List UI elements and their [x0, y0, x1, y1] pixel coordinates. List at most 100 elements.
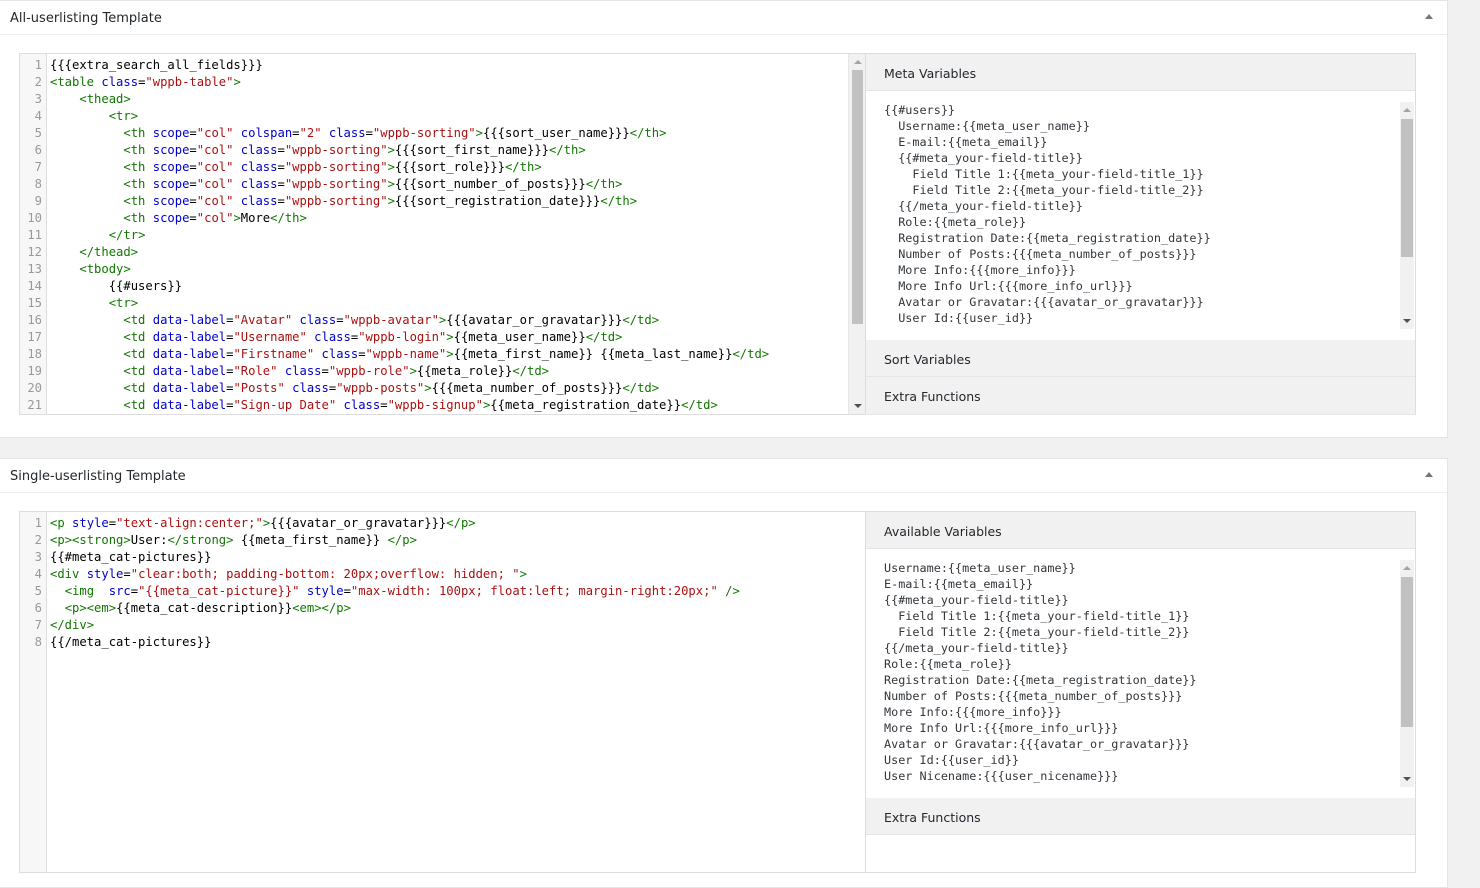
code-line[interactable]: <td data-label="Posts" class="wppb-posts… [50, 380, 847, 397]
code-line[interactable]: <td data-label="Avatar" class="wppb-avat… [50, 312, 847, 329]
code-line[interactable]: <tbody> [50, 261, 847, 278]
variable-item: User Nicename:{{{user_nicename}}} [884, 769, 1119, 783]
code-editor[interactable]: 1 2 3 4 5 6 7 8 9 10 11 12 13 14 15 16 17 18 19 20 21 {{{ext… [19, 53, 866, 415]
code-line[interactable]: <th scope="col" class="wppb-sorting">{{{… [50, 193, 847, 210]
meta-variables-list: {{#users}} Username:{{meta_user_name}} E… [884, 102, 1407, 329]
code-line[interactable]: </div> [50, 617, 847, 634]
code-line[interactable]: <td data-label="Username" class="wppb-lo… [50, 329, 847, 346]
variable-item: More Info Url:{{{more_info_url}}} [884, 721, 1119, 735]
line-number: 11 [27, 228, 42, 242]
scroll-up-icon[interactable] [854, 60, 862, 64]
variable-item: More Info Url:{{{more_info_url}}} [884, 279, 1133, 293]
variable-item: {{/meta_your-field-title}} [884, 641, 1069, 655]
variable-item: Field Title 1:{{meta_your-field-title_1}… [884, 167, 1204, 181]
code-line[interactable]: <th scope="col" class="wppb-sorting">{{{… [50, 176, 847, 193]
code-line[interactable]: <th scope="col">More</th> [50, 210, 847, 227]
meta-variables-scrollbar[interactable] [1400, 102, 1414, 329]
code-line[interactable]: {{#users}} [50, 278, 847, 295]
code-content[interactable]: {{{extra_search_all_fields}}} <table clas… [50, 57, 847, 414]
code-line[interactable]: <td data-label="Sign-up Date" class="wpp… [50, 397, 847, 414]
code-line[interactable]: <div style="clear:both; padding-bottom: … [50, 566, 847, 583]
variable-item: {{/meta_your-field-title}} [884, 199, 1083, 213]
variable-item: Field Title 2:{{meta_your-field-title_2}… [884, 625, 1190, 639]
code-line[interactable]: <p><strong>User:</strong> {{meta_first_n… [50, 532, 847, 549]
line-number: 14 [27, 279, 42, 293]
scroll-up-icon[interactable] [1403, 566, 1411, 570]
code-line[interactable]: <th scope="col" colspan="2" class="wppb-… [50, 125, 847, 142]
code-line[interactable]: <th scope="col" class="wppb-sorting">{{{… [50, 159, 847, 176]
code-line[interactable]: <tr> [50, 108, 847, 125]
line-number: 13 [27, 262, 42, 276]
line-number: 3 [34, 550, 42, 564]
code-line[interactable]: <table class="wppb-table"> [50, 74, 847, 91]
scroll-thumb[interactable] [1401, 577, 1413, 727]
line-number-gutter: 1 2 3 4 5 6 7 8 9 10 11 12 13 14 15 16 17 18 19 20 21 [20, 54, 47, 414]
scroll-down-icon[interactable] [854, 404, 862, 408]
code-editor[interactable]: 1 2 3 4 5 6 7 8 <p style="text-align:center;">{… [19, 511, 866, 873]
variable-item: Number of Posts:{{{meta_number_of_posts}… [884, 689, 1183, 703]
line-number: 8 [34, 177, 42, 191]
editor-scrollbar[interactable] [848, 54, 865, 414]
line-number: 1 [34, 58, 42, 72]
variable-item: Field Title 1:{{meta_your-field-title_1}… [884, 609, 1190, 623]
code-line[interactable]: <img src="{{meta_cat-picture}}" style="m… [50, 583, 847, 600]
variable-item: User Id:{{user_id}} [884, 753, 1019, 767]
panel-title: Single-userlisting Template [10, 469, 186, 484]
line-number: 17 [27, 330, 42, 344]
extra-functions-header[interactable]: Extra Functions [866, 377, 1415, 415]
scroll-thumb[interactable] [1401, 119, 1413, 257]
line-number: 15 [27, 296, 42, 310]
line-number: 2 [34, 533, 42, 547]
line-number-gutter: 1 2 3 4 5 6 7 8 [20, 512, 47, 872]
code-line[interactable]: </tr> [50, 227, 847, 244]
code-line[interactable]: <p style="text-align:center;">{{{avatar_… [50, 515, 847, 532]
code-line[interactable]: <th scope="col" class="wppb-sorting">{{{… [50, 142, 847, 159]
code-line[interactable]: <thead> [50, 91, 847, 108]
panel-header[interactable]: Single-userlisting Template [0, 459, 1447, 493]
code-line[interactable]: <td data-label="Firstname" class="wppb-n… [50, 346, 847, 363]
variable-item: Username:{{meta_user_name}} [884, 119, 1090, 133]
line-number: 4 [34, 109, 42, 123]
available-variables-list: Username:{{meta_user_name}} E-mail:{{meta… [884, 560, 1407, 787]
code-line[interactable]: <tr> [50, 295, 847, 312]
line-number: 7 [34, 160, 42, 174]
code-line[interactable]: {{{extra_search_all_fields}}} [50, 57, 847, 74]
scroll-down-icon[interactable] [1403, 777, 1411, 781]
code-line[interactable]: <p><em>{{meta_cat-description}}<em></p> [50, 600, 847, 617]
line-number: 8 [34, 635, 42, 649]
line-number: 19 [27, 364, 42, 378]
all-userlisting-panel: All-userlisting Template 1 2 3 4 5 6 7 8 9 10 11 12… [0, 0, 1448, 438]
variable-item: {{#meta_your-field-title}} [884, 593, 1069, 607]
code-line[interactable]: {{/meta_cat-pictures}} [50, 634, 847, 651]
collapse-toggle-icon[interactable] [1423, 11, 1435, 23]
collapse-toggle-icon[interactable] [1423, 469, 1435, 481]
variable-item: More Info:{{{more_info}}} [884, 705, 1062, 719]
variable-item: {{#users}} [884, 103, 956, 117]
extra-functions-header[interactable]: Extra Functions [866, 798, 1415, 835]
line-number: 12 [27, 245, 42, 259]
scroll-up-icon[interactable] [1403, 108, 1411, 112]
variable-item: Username:{{meta_user_name}} [884, 561, 1076, 575]
panel-header[interactable]: All-userlisting Template [0, 1, 1447, 35]
scroll-down-icon[interactable] [1403, 319, 1411, 323]
variable-item: Avatar or Gravatar:{{{avatar_or_gravatar… [884, 737, 1190, 751]
variable-item: E-mail:{{meta_email}} [884, 135, 1048, 149]
panel-title: All-userlisting Template [10, 11, 162, 26]
line-number: 1 [34, 516, 42, 530]
sort-variables-header[interactable]: Sort Variables [866, 340, 1415, 377]
line-number: 4 [34, 567, 42, 581]
line-number: 18 [27, 347, 42, 361]
code-line[interactable]: </thead> [50, 244, 847, 261]
variables-sidebar: Meta Variables {{#users}} Username:{{met… [865, 53, 1416, 415]
code-line[interactable]: <td data-label="Role" class="wppb-role">… [50, 363, 847, 380]
line-number: 16 [27, 313, 42, 327]
code-line[interactable]: {{#meta_cat-pictures}} [50, 549, 847, 566]
available-variables-scrollbar[interactable] [1400, 560, 1414, 787]
meta-variables-header[interactable]: Meta Variables [866, 54, 1415, 91]
code-content[interactable]: <p style="text-align:center;">{{{avatar_… [50, 515, 847, 651]
scroll-thumb[interactable] [852, 70, 863, 324]
line-number: 20 [27, 381, 42, 395]
variable-item: Number of Posts:{{{meta_number_of_posts}… [884, 247, 1197, 261]
available-variables-header[interactable]: Available Variables [866, 512, 1415, 549]
variables-sidebar: Available Variables Username:{{meta_user… [865, 511, 1416, 873]
